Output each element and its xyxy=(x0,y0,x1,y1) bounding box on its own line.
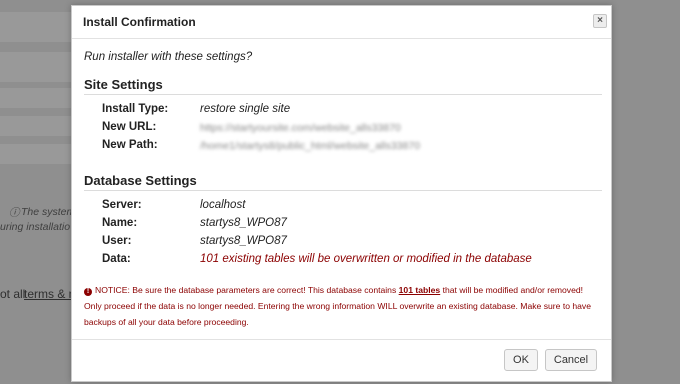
db-name-label: Name: xyxy=(102,217,138,229)
exclamation-icon: ! xyxy=(84,288,92,296)
database-settings-heading: Database Settings xyxy=(84,173,197,188)
close-icon[interactable]: × xyxy=(593,14,607,28)
new-path-value: /home1/startys8/public_html/website_alls… xyxy=(200,140,421,152)
new-path-label: New Path: xyxy=(102,139,158,151)
new-url-label: New URL: xyxy=(102,121,157,133)
notice-table-count: 101 tables xyxy=(398,285,441,295)
server-value: localhost xyxy=(200,199,246,211)
new-url-value: https://startyoursite.com/website_alls33… xyxy=(200,122,401,134)
background-notice-text-2: uring installatio xyxy=(0,221,71,233)
background-field xyxy=(0,88,72,108)
background-field xyxy=(0,144,72,164)
install-type-label: Install Type: xyxy=(102,103,169,115)
install-type-value: restore single site xyxy=(200,103,291,115)
db-name-value: startys8_WPO87 xyxy=(200,217,287,229)
background-info-icon: ⓘ xyxy=(9,207,20,219)
site-settings-divider xyxy=(84,94,602,95)
db-data-value: 101 existing tables will be overwritten … xyxy=(200,253,532,265)
dialog-titlebar: Install Confirmation × xyxy=(72,6,611,39)
background-terms-prefix: ot all xyxy=(0,287,26,301)
ok-button[interactable]: OK xyxy=(504,349,538,371)
db-user-label: User: xyxy=(102,235,132,247)
db-user-value: startys8_WPO87 xyxy=(200,235,287,247)
database-settings-divider xyxy=(84,190,602,191)
db-data-label: Data: xyxy=(102,253,131,265)
notice-text-part1: NOTICE: Be sure the database parameters … xyxy=(95,285,399,295)
background-terms-link[interactable]: terms & n xyxy=(24,287,75,301)
background-field xyxy=(0,116,72,136)
cancel-button[interactable]: Cancel xyxy=(545,349,597,371)
site-settings-heading: Site Settings xyxy=(84,77,163,92)
background-field xyxy=(0,52,72,82)
dialog-title: Install Confirmation xyxy=(83,15,196,29)
background-notice-text: The system xyxy=(21,206,76,218)
dialog-footer: OK Cancel xyxy=(72,339,611,383)
server-label: Server: xyxy=(102,199,142,211)
background-field xyxy=(0,12,72,42)
dialog-intro: Run installer with these settings? xyxy=(84,51,253,63)
database-notice: ! NOTICE: Be sure the database parameters… xyxy=(84,283,602,330)
install-confirmation-dialog: Install Confirmation × Run installer wit… xyxy=(71,5,612,382)
